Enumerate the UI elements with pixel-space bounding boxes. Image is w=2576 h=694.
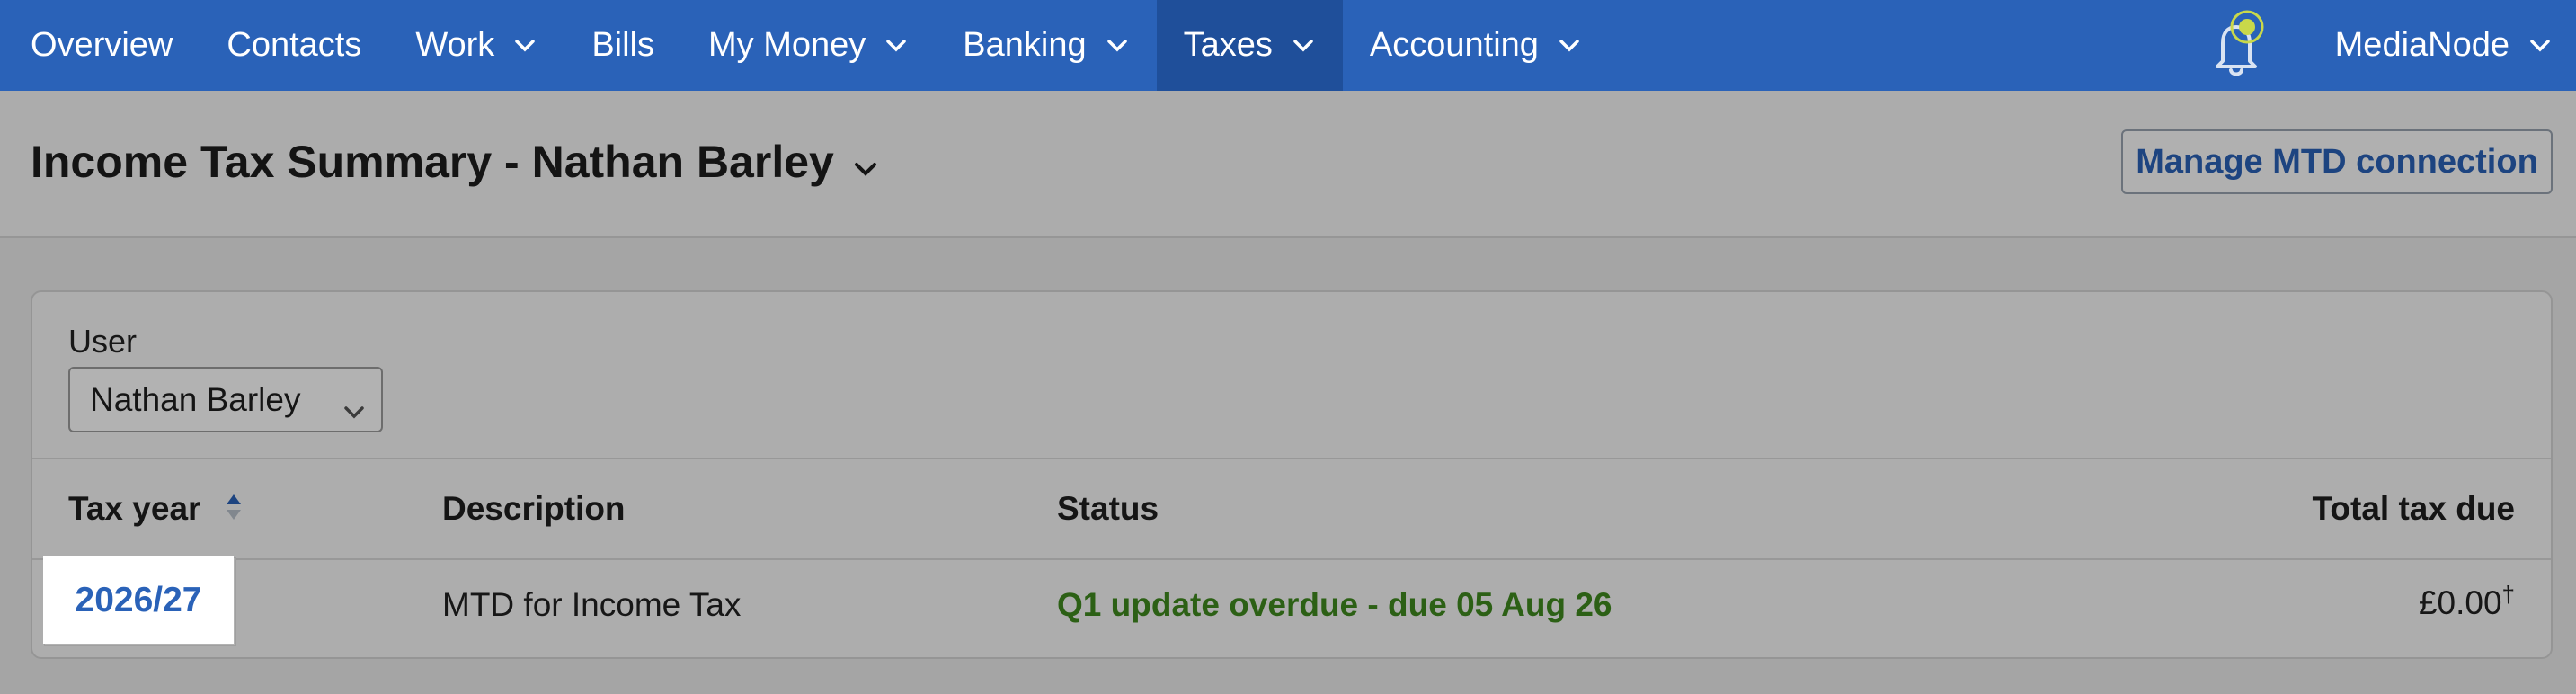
row-total-value: £0.00 — [2418, 584, 2502, 621]
chevron-down-icon — [1106, 34, 1130, 58]
tax-year-header[interactable]: Tax year — [68, 490, 243, 529]
chevron-down-icon — [514, 34, 537, 58]
nav-banking[interactable]: Banking — [936, 0, 1156, 91]
nav-label: Contacts — [227, 26, 362, 64]
org-name: MediaNode — [2334, 26, 2509, 64]
bell-icon — [2203, 7, 2270, 84]
chevron-down-icon — [2529, 34, 2553, 58]
status-header: Status — [1057, 490, 1159, 527]
user-select-value: Nathan Barley — [90, 380, 301, 418]
chevron-down-icon — [885, 34, 909, 58]
nav-label: Overview — [31, 26, 173, 64]
page-title[interactable]: Income Tax Summary - Nathan Barley — [31, 136, 877, 188]
notifications-button[interactable] — [2200, 0, 2272, 91]
nav-accounting[interactable]: Accounting — [1343, 0, 1609, 91]
row-total: £0.00† — [2418, 581, 2515, 622]
nav-work[interactable]: Work — [388, 0, 564, 91]
chevron-down-icon — [343, 390, 365, 428]
row-total-footnote-mark: † — [2501, 581, 2515, 608]
divider — [32, 558, 2551, 560]
row-status: Q1 update overdue - due 05 Aug 26 — [1057, 586, 1612, 623]
chevron-down-icon — [854, 136, 877, 188]
nav-label: My Money — [708, 26, 866, 64]
user-filter-label: User — [68, 323, 138, 360]
nav-my-money[interactable]: My Money — [681, 0, 936, 91]
nav-taxes[interactable]: Taxes — [1156, 0, 1343, 91]
manage-mtd-connection-button[interactable]: Manage MTD connection — [2121, 129, 2553, 194]
sort-icon — [225, 492, 243, 529]
total-tax-due-header: Total tax due — [2312, 490, 2515, 527]
tax-year-link-highlight[interactable]: 2026/27 — [43, 556, 234, 644]
nav-right: MediaNode — [2200, 0, 2576, 91]
tax-year-header-label: Tax year — [68, 490, 201, 527]
description-header: Description — [442, 490, 626, 527]
org-menu[interactable]: MediaNode — [2308, 26, 2576, 65]
nav-label: Banking — [963, 26, 1087, 64]
top-nav: Overview Contacts Work Bills My Money Ba… — [0, 0, 2576, 91]
page-title-text: Income Tax Summary - Nathan Barley — [31, 137, 834, 187]
nav-label: Bills — [591, 26, 654, 64]
nav-contacts[interactable]: Contacts — [200, 0, 388, 91]
user-select[interactable]: Nathan Barley — [68, 367, 383, 432]
divider — [32, 458, 2551, 459]
chevron-down-icon — [1292, 34, 1316, 58]
page-header: Income Tax Summary - Nathan Barley Manag… — [0, 91, 2576, 238]
nav-bills[interactable]: Bills — [564, 0, 681, 91]
row-description: MTD for Income Tax — [442, 586, 742, 623]
income-tax-card: User Nathan Barley Tax year Description … — [31, 290, 2553, 659]
chevron-down-icon — [1559, 34, 1582, 58]
nav-label: Taxes — [1183, 26, 1273, 64]
nav-overview[interactable]: Overview — [0, 0, 200, 91]
nav-label: Accounting — [1369, 26, 1539, 64]
nav-label: Work — [415, 26, 495, 64]
